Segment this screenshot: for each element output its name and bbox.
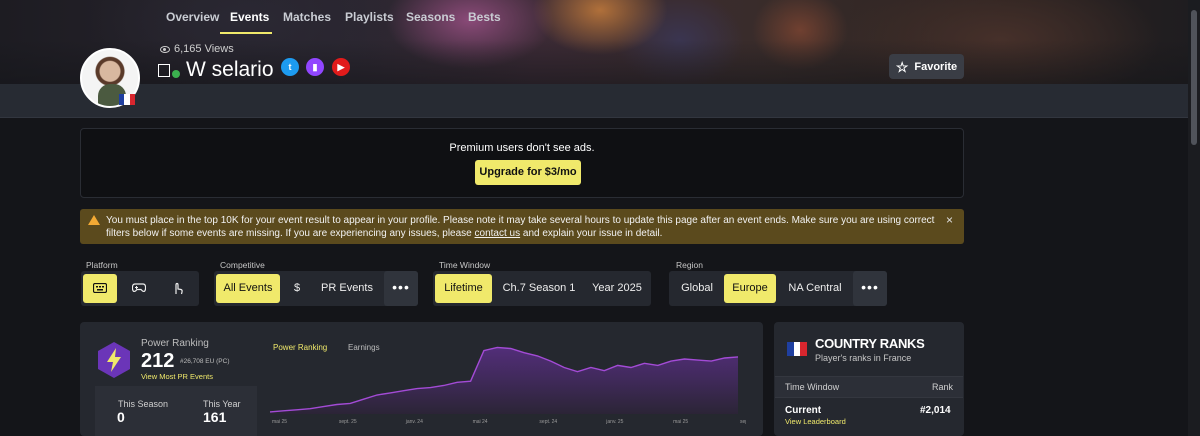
- player-name: W selario: [186, 58, 274, 81]
- x-tick-label: janv. 25: [605, 419, 623, 425]
- views-count: 6,165 Views: [160, 43, 234, 55]
- player-name-row: W selario: [158, 58, 274, 82]
- tab-bests[interactable]: Bests: [468, 0, 501, 34]
- touch-filter-button[interactable]: [161, 274, 195, 303]
- gamepad-filter-button[interactable]: [122, 274, 156, 303]
- view-leaderboard-link[interactable]: View Leaderboard: [785, 417, 846, 426]
- this-season-value: 0: [117, 409, 125, 425]
- upgrade-button[interactable]: Upgrade for $3/mo: [475, 160, 581, 185]
- premium-text: Premium users don't see ads.: [449, 142, 595, 154]
- youtube-icon[interactable]: ▶: [332, 58, 350, 76]
- tab-seasons[interactable]: Seasons: [406, 0, 455, 34]
- global-button[interactable]: Global: [671, 274, 723, 303]
- france-flag-icon: [119, 94, 135, 105]
- x-tick-label: sept. 24: [539, 419, 557, 425]
- time-window-filter: Lifetime Ch.7 Season 1 Year 2025: [433, 271, 651, 306]
- touch-icon: [175, 282, 183, 295]
- warning-icon: [88, 215, 100, 225]
- lightning-bolt-icon: [98, 342, 130, 378]
- col-time-window: Time Window: [785, 382, 840, 392]
- star-icon: ☆: [895, 58, 909, 75]
- x-tick-label: mai 24: [473, 419, 488, 425]
- country-ranks-title: COUNTRY RANKS: [815, 336, 925, 351]
- region-filter: Global Europe NA Central •••: [669, 271, 887, 306]
- this-season-label: This Season: [118, 399, 169, 409]
- x-tick-label: janv. 24: [405, 419, 423, 425]
- power-ranking-region-rank: #26,708 EU (PC): [180, 358, 230, 365]
- twitch-icon[interactable]: ▮: [306, 58, 324, 76]
- x-tick-label: sept. 25: [339, 419, 357, 425]
- france-flag-icon: [787, 342, 808, 356]
- country-ranks-subtitle: Player's ranks in France: [815, 353, 912, 363]
- na-central-button[interactable]: NA Central: [780, 274, 850, 303]
- x-tick-label: sept. 25: [740, 419, 746, 425]
- gamepad-icon: [131, 283, 147, 293]
- europe-button[interactable]: Europe: [724, 274, 776, 303]
- tab-overview[interactable]: Overview: [166, 0, 219, 34]
- time-window-label: Time Window: [439, 260, 491, 270]
- x-tick-label: mai 25: [673, 419, 688, 425]
- power-ranking-title: Power Ranking: [141, 338, 209, 349]
- competitive-filter: All Events $ PR Events •••: [214, 271, 418, 306]
- keyboard-icon: [92, 282, 108, 294]
- platform-filter: [81, 271, 199, 306]
- lifetime-button[interactable]: Lifetime: [435, 274, 492, 303]
- verified-icon: [172, 70, 180, 78]
- view-most-pr-events-link[interactable]: View Most PR Events: [141, 372, 213, 381]
- region-more-button[interactable]: •••: [853, 271, 887, 306]
- year-2025-button[interactable]: Year 2025: [585, 274, 649, 303]
- twitter-icon[interactable]: t: [281, 58, 299, 76]
- platform-label: Platform: [86, 260, 118, 270]
- warning-banner: You must place in the top 10K for your e…: [80, 209, 964, 244]
- earnings-events-button[interactable]: $: [284, 274, 310, 303]
- tab-playlists[interactable]: Playlists: [345, 0, 394, 34]
- close-warning-button[interactable]: ×: [946, 213, 953, 227]
- pr-events-button[interactable]: PR Events: [314, 274, 380, 303]
- power-ranking-chart: mai 25 sept. 25 janv. 24 mai 24 sept. 24 janv…: [269, 346, 746, 425]
- competitive-more-button[interactable]: •••: [384, 271, 418, 306]
- eye-icon: [160, 45, 170, 53]
- power-ranking-value: 212: [141, 350, 175, 372]
- warning-text: You must place in the top 10K for your e…: [106, 215, 935, 239]
- competitive-label: Competitive: [220, 260, 265, 270]
- keyboard-filter-button[interactable]: [83, 274, 117, 303]
- current-label: Current: [785, 405, 822, 416]
- col-rank: Rank: [932, 382, 954, 392]
- this-year-value: 161: [203, 409, 227, 425]
- region-label: Region: [676, 260, 703, 270]
- this-year-label: This Year: [203, 399, 241, 409]
- current-rank: #2,014: [920, 405, 951, 416]
- tab-events[interactable]: Events: [220, 0, 272, 34]
- x-tick-label: mai 25: [272, 419, 287, 425]
- favorite-button[interactable]: ☆ Favorite: [889, 54, 964, 79]
- twitch-badge-icon: [158, 63, 170, 77]
- profile-nav: [0, 84, 1188, 118]
- scrollbar-thumb[interactable]: [1191, 10, 1197, 145]
- tab-matches[interactable]: Matches: [283, 0, 331, 34]
- contact-us-link[interactable]: contact us: [475, 228, 521, 239]
- all-events-button[interactable]: All Events: [216, 274, 280, 303]
- ch7-season1-button[interactable]: Ch.7 Season 1: [497, 274, 581, 303]
